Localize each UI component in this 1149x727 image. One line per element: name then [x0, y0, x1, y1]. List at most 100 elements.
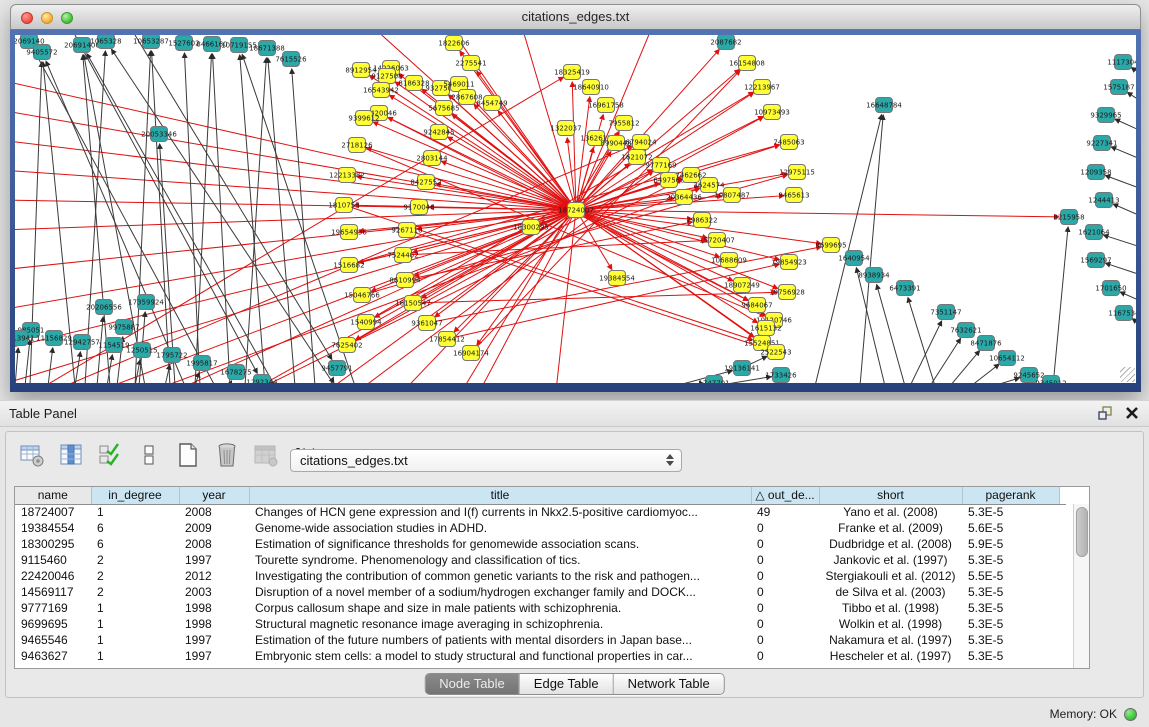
column-header-name[interactable]: name: [15, 487, 91, 504]
table-cell[interactable]: 5.3E-5: [962, 504, 1059, 520]
table-row[interactable]: 969969511998Structural magnetic resonanc…: [15, 616, 1066, 632]
graph-node[interactable]: 1167534: [1108, 306, 1136, 321]
table-cell[interactable]: 2: [91, 568, 179, 584]
table-cell[interactable]: 5.3E-5: [962, 648, 1059, 664]
table-cell[interactable]: 1998: [179, 616, 249, 632]
graph-node[interactable]: 1747701: [698, 376, 729, 384]
graph-node[interactable]: 6473391: [889, 281, 920, 296]
table-settings-icon[interactable]: [18, 441, 46, 469]
memory-status-indicator[interactable]: [1124, 708, 1137, 721]
table-cell[interactable]: 0: [751, 616, 819, 632]
graph-node[interactable]: 1569297: [1080, 253, 1111, 268]
table-cell[interactable]: 22420046: [15, 568, 91, 584]
table-cell[interactable]: 9465546: [15, 632, 91, 648]
table-cell[interactable]: 1997: [179, 648, 249, 664]
graph-node[interactable]: 19136141: [724, 361, 760, 376]
graph-node[interactable]: 19384554: [599, 271, 635, 286]
float-panel-icon[interactable]: [1098, 406, 1113, 420]
graph-node[interactable]: 18325419: [554, 65, 590, 80]
graph-node[interactable]: 2275541: [455, 56, 486, 71]
graph-node[interactable]: 1733426: [765, 368, 797, 383]
graph-node[interactable]: 2087682: [710, 35, 741, 50]
table-cell[interactable]: Franke et al. (2009): [819, 520, 962, 536]
table-cell[interactable]: 5.5E-5: [962, 568, 1059, 584]
tab-edge-table[interactable]: Edge Table: [519, 674, 613, 694]
graph-node[interactable]: 8427552: [410, 175, 441, 190]
graph-node[interactable]: 8215958: [1053, 210, 1084, 225]
table-cell[interactable]: 2: [91, 584, 179, 600]
table-row[interactable]: 911546021997Tourette syndrome. Phenomeno…: [15, 552, 1066, 568]
table-cell[interactable]: 1998: [179, 600, 249, 616]
table-vertical-scrollbar[interactable]: [1073, 504, 1089, 668]
graph-node[interactable]: 10973493: [754, 105, 790, 120]
table-cell[interactable]: 6: [91, 520, 179, 536]
table-cell[interactable]: Wolkin et al. (1998): [819, 616, 962, 632]
graph-node[interactable]: 8938934: [858, 268, 890, 283]
graph-node[interactable]: 7955812: [608, 116, 639, 131]
table-cell[interactable]: 9699695: [15, 616, 91, 632]
table-cell[interactable]: Dudbridge et al. (2008): [819, 536, 962, 552]
graph-node[interactable]: 8471876: [970, 336, 1002, 351]
table-cell[interactable]: 0: [751, 632, 819, 648]
row-selection-icon[interactable]: [96, 441, 124, 469]
graph-node[interactable]: 5675685: [428, 101, 459, 116]
window-resize-grip[interactable]: [1120, 367, 1135, 382]
table-cell[interactable]: 18724007: [15, 504, 91, 520]
table-cell[interactable]: 49: [751, 504, 819, 520]
column-visibility-icon[interactable]: [57, 441, 85, 469]
table-cell[interactable]: 5.3E-5: [962, 552, 1059, 568]
graph-node[interactable]: 1810755: [328, 198, 359, 213]
table-cell[interactable]: Tourette syndrome. Phenomenology and cla…: [249, 552, 751, 568]
table-cell[interactable]: Genome-wide association studies in ADHD.: [249, 520, 751, 536]
graph-node[interactable]: 9267110: [391, 223, 422, 238]
column-header-short[interactable]: short: [819, 487, 962, 504]
graph-node[interactable]: 16961758: [588, 98, 624, 113]
graph-node[interactable]: 10653287: [133, 35, 169, 49]
new-table-icon[interactable]: [174, 441, 202, 469]
table-cell[interactable]: Corpus callosum shape and size in male p…: [249, 600, 751, 616]
graph-node[interactable]: 9227341: [1086, 136, 1117, 151]
table-cell[interactable]: Hescheler et al. (1997): [819, 648, 962, 664]
table-cell[interactable]: 5.3E-5: [962, 600, 1059, 616]
table-cell[interactable]: 2008: [179, 536, 249, 552]
tab-network-table[interactable]: Network Table: [613, 674, 724, 694]
table-cell[interactable]: Jankovic et al. (1997): [819, 552, 962, 568]
import-table-icon[interactable]: [252, 441, 280, 469]
table-cell[interactable]: 0: [751, 648, 819, 664]
graph-node[interactable]: 16154808: [729, 56, 765, 71]
graph-node[interactable]: 10688609: [711, 253, 747, 268]
table-cell[interactable]: 5.3E-5: [962, 632, 1059, 648]
graph-node[interactable]: 12213967: [744, 80, 780, 95]
graph-node[interactable]: 1678275: [220, 365, 251, 380]
table-row[interactable]: 1830029562008Estimation of significance …: [15, 536, 1066, 552]
graph-node[interactable]: 1117304: [1107, 55, 1136, 70]
table-row[interactable]: 1456911722003Disruption of a novel membe…: [15, 584, 1066, 600]
graph-node[interactable]: 19654936: [331, 225, 367, 240]
table-cell[interactable]: 1: [91, 648, 179, 664]
table-cell[interactable]: 1: [91, 504, 179, 520]
network-canvas[interactable]: 2069140940557220691406106532810653287152…: [15, 35, 1136, 383]
table-cell[interactable]: 18300295: [15, 536, 91, 552]
table-cell[interactable]: 5.3E-5: [962, 616, 1059, 632]
table-cell[interactable]: 0: [751, 552, 819, 568]
graph-node[interactable]: 7632621: [950, 323, 981, 338]
table-cell[interactable]: 9463627: [15, 648, 91, 664]
table-row[interactable]: 1872400712008Changes of HCN gene express…: [15, 504, 1066, 520]
window-titlebar[interactable]: citations_edges.txt: [10, 4, 1141, 30]
graph-node[interactable]: 8610994: [389, 273, 421, 288]
graph-node[interactable]: 15720407: [699, 233, 735, 248]
graph-node[interactable]: 9361047: [411, 316, 442, 331]
graph-node[interactable]: 19854923: [771, 255, 807, 270]
table-cell[interactable]: 1: [91, 600, 179, 616]
table-cell[interactable]: Yano et al. (2008): [819, 504, 962, 520]
graph-node[interactable]: 12975115: [779, 165, 815, 180]
table-cell[interactable]: 2009: [179, 520, 249, 536]
graph-node[interactable]: 16543942: [363, 83, 399, 98]
graph-node[interactable]: 1154519: [98, 338, 129, 353]
close-window-button[interactable]: [21, 12, 33, 24]
table-cell[interactable]: 5.9E-5: [962, 536, 1059, 552]
table-cell[interactable]: 2012: [179, 568, 249, 584]
column-header-out_de[interactable]: △ out_de...: [751, 487, 819, 504]
table-cell[interactable]: 9777169: [15, 600, 91, 616]
table-cell[interactable]: 2003: [179, 584, 249, 600]
